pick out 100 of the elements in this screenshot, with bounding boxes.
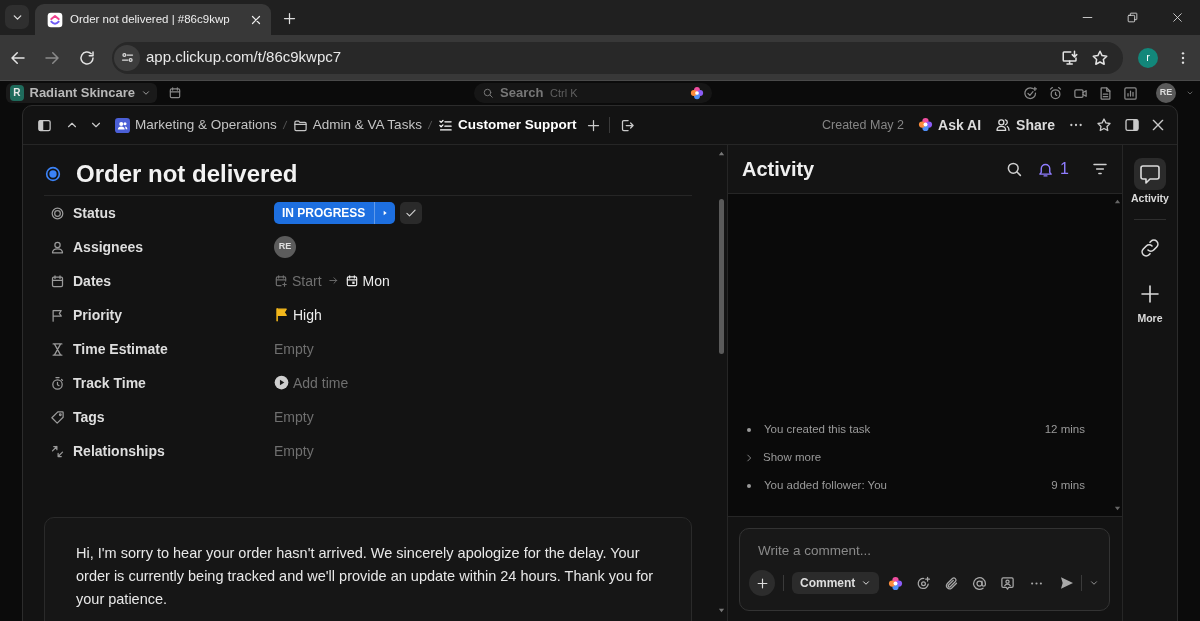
chevron-down-icon: [861, 578, 872, 588]
person-icon: [50, 239, 65, 255]
flag-icon: [274, 307, 289, 323]
sliders-icon: [119, 50, 135, 65]
play-icon: [274, 375, 289, 391]
scroll-down-icon[interactable]: [718, 607, 725, 614]
ai-flower-icon[interactable]: [690, 86, 704, 100]
url-text[interactable]: app.clickup.com/t/86c9kwpc7: [146, 46, 342, 69]
breadcrumb-link[interactable]: Marketing & Operations: [115, 114, 277, 136]
bullet-icon: [747, 484, 751, 488]
empty-value[interactable]: Empty: [274, 338, 314, 360]
check-plus-icon[interactable]: [1023, 85, 1038, 101]
status-dot-icon[interactable]: [45, 166, 61, 182]
user-avatar[interactable]: RE: [1156, 83, 1176, 103]
add-icon[interactable]: [586, 117, 602, 133]
field-label: Status: [73, 203, 117, 223]
target-icon: [50, 205, 65, 221]
star-icon[interactable]: [1096, 117, 1112, 133]
field-label: Track Time: [73, 373, 147, 393]
activity-tab[interactable]: Activity: [1131, 158, 1169, 205]
add-button[interactable]: [749, 570, 775, 596]
comment-type-dropdown[interactable]: Comment: [792, 572, 880, 594]
due-date-button[interactable]: Mon: [344, 272, 390, 290]
chevron-right-icon: [744, 453, 754, 463]
calendar-icon: [50, 273, 65, 289]
bookmark-star-icon[interactable]: [1091, 48, 1109, 67]
activity-text: You added follower: You: [764, 478, 887, 494]
field-label: Relationships: [73, 441, 166, 461]
search-icon[interactable]: [1005, 160, 1024, 178]
empty-value[interactable]: Empty: [274, 406, 314, 428]
tag-icon: [50, 409, 65, 425]
folder-icon: [292, 117, 308, 133]
stopwatch-icon: [50, 375, 65, 391]
flag-icon: [50, 307, 65, 323]
ask-ai-button[interactable]: Ask AI: [918, 116, 982, 134]
close-tab-icon[interactable]: [250, 13, 262, 26]
more-tab[interactable]: More: [1134, 277, 1166, 325]
crossed-arrows-icon: [50, 443, 65, 459]
shortcut-hint: Ctrl K: [550, 85, 578, 101]
field-label: Tags: [73, 407, 106, 427]
plus-icon: [755, 576, 769, 590]
arrow-right-icon: [327, 275, 339, 287]
share-button[interactable]: Share: [995, 116, 1055, 134]
document-icon[interactable]: [1098, 85, 1113, 101]
start-date-button[interactable]: Start: [274, 272, 322, 290]
close-icon[interactable]: [1150, 117, 1166, 133]
activity-time: 12 mins: [1044, 422, 1085, 438]
field-label: Time Estimate: [73, 339, 169, 359]
complete-button[interactable]: [400, 202, 423, 224]
breadcrumb-link[interactable]: Customer Support: [437, 114, 577, 136]
breadcrumb-link[interactable]: Admin & VA Tasks: [292, 114, 422, 136]
address-bar[interactable]: app.clickup.com/t/86c9kwpc7: [112, 41, 1123, 74]
comment-input[interactable]: Write a comment...: [749, 536, 1099, 564]
notification-button[interactable]: 1: [1037, 159, 1069, 179]
activity-text: You created this task: [764, 422, 871, 438]
chat-bubble-icon[interactable]: [1000, 575, 1016, 591]
ai-flower-icon: [918, 117, 933, 133]
activity-title: Activity: [742, 157, 815, 181]
paperclip-icon[interactable]: [944, 575, 960, 591]
bar-chart-icon[interactable]: [1123, 85, 1138, 101]
tab-search-button[interactable]: [5, 5, 29, 29]
scroll-up-icon[interactable]: [1114, 198, 1121, 205]
bullet-icon: [747, 428, 751, 432]
restore-icon[interactable]: [1126, 11, 1139, 24]
priority-button[interactable]: High: [274, 306, 322, 324]
send-icon[interactable]: [1059, 575, 1075, 591]
comment-icon: [1134, 158, 1166, 190]
workspace-switcher[interactable]: R Radiant Skincare: [6, 83, 157, 103]
field-label: Priority: [73, 305, 123, 325]
exit-arrow-icon[interactable]: [620, 117, 636, 133]
add-time-button[interactable]: Add time: [274, 374, 349, 392]
close-icon[interactable]: [1171, 11, 1184, 24]
people-icon: [995, 117, 1012, 133]
sidebar-toggle-icon[interactable]: [37, 117, 52, 133]
new-tab-icon[interactable]: [282, 11, 297, 26]
field-label: Assignees: [73, 237, 145, 257]
search-input[interactable]: Search: [500, 83, 544, 103]
status-button[interactable]: IN PROGRESS: [274, 202, 396, 224]
space-icon: [115, 117, 130, 133]
show-more-button[interactable]: Show more: [744, 451, 822, 465]
circle-plus-icon[interactable]: [916, 575, 932, 591]
scroll-up-icon[interactable]: [718, 150, 725, 157]
activity-time: 9 mins: [1051, 478, 1085, 494]
empty-value[interactable]: Empty: [274, 440, 314, 462]
calendar-icon[interactable]: [168, 86, 182, 100]
assignee-avatar[interactable]: RE: [274, 236, 296, 258]
scroll-down-icon[interactable]: [1114, 505, 1121, 512]
profile-avatar[interactable]: r: [1138, 47, 1158, 68]
reload-icon[interactable]: [78, 48, 96, 67]
scrollbar-thumb[interactable]: [719, 199, 724, 354]
alarm-icon[interactable]: [1048, 85, 1063, 101]
comment-box[interactable]: Write a comment... Comment: [739, 528, 1110, 611]
at-sign-icon[interactable]: [972, 575, 988, 591]
ai-flower-icon[interactable]: [888, 575, 904, 591]
workspace-avatar: R: [10, 85, 24, 101]
search-icon: [482, 87, 494, 99]
browser-tab[interactable]: Order not delivered | #86c9kwp: [35, 4, 271, 35]
site-info-button[interactable]: [114, 44, 140, 71]
panel-toggle-icon[interactable]: [1124, 117, 1140, 133]
install-icon[interactable]: [1061, 48, 1079, 67]
